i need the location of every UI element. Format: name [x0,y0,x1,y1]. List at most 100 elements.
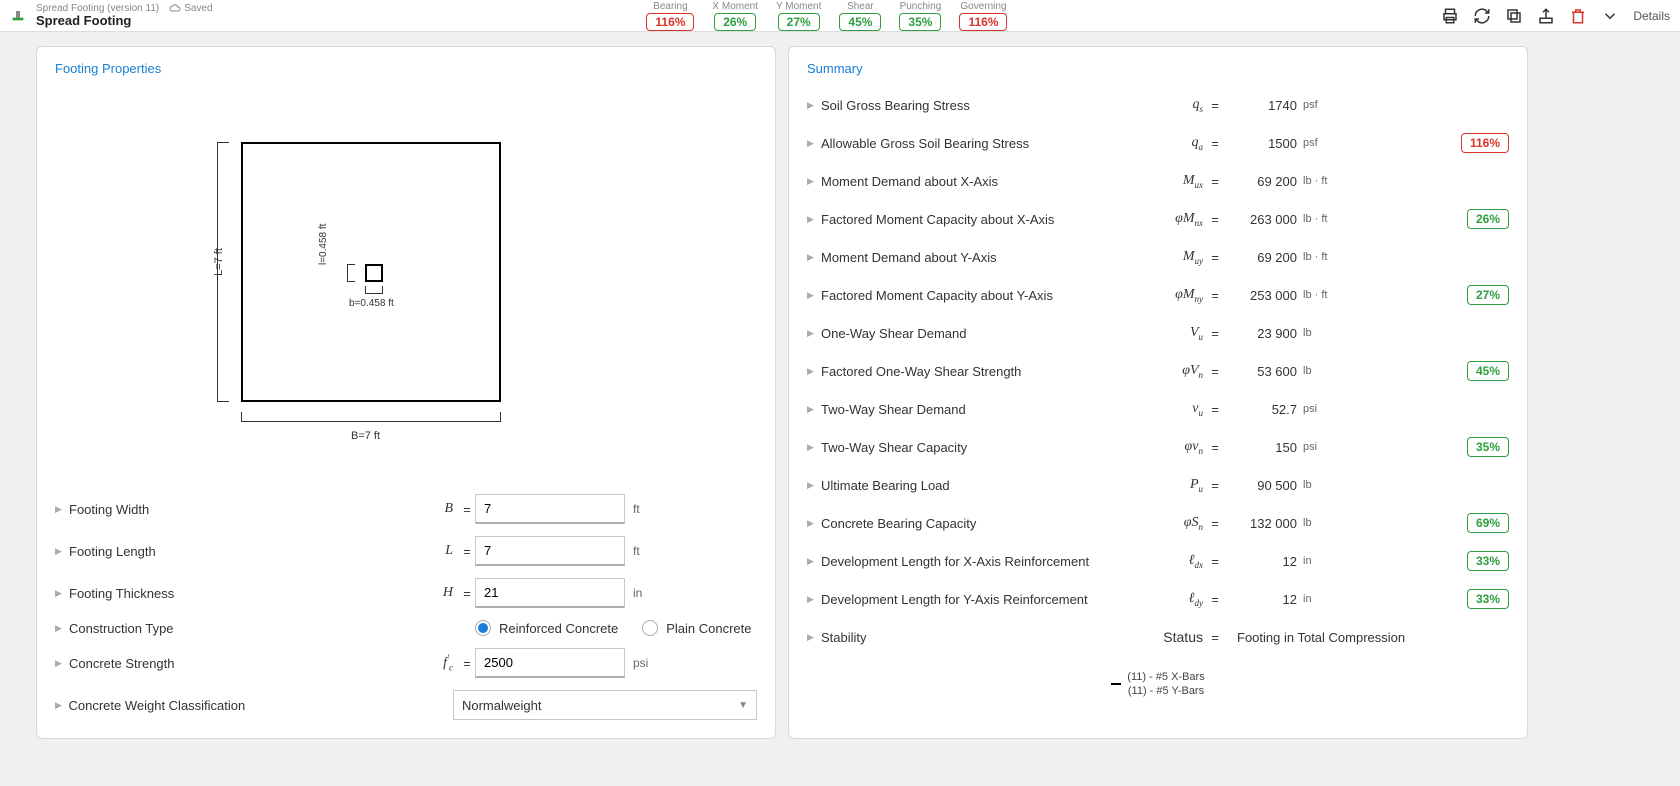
summary-symbol: ℓdy [1151,591,1203,608]
expand-caret[interactable]: ▶ [55,658,65,669]
summary-label: Ultimate Bearing Load [821,478,1151,493]
refresh-button[interactable] [1473,7,1491,25]
expand-caret[interactable]: ▶ [55,504,65,515]
status-label: Shear [847,1,874,12]
summary-row: ▶Allowable Gross Soil Bearing Stressqa=1… [807,124,1509,162]
expand-caret[interactable]: ▶ [807,442,817,453]
summary-row: ▶Moment Demand about X-AxisMux=69 200lb … [807,162,1509,200]
expand-caret[interactable]: ▶ [807,176,817,187]
summary-rows: ▶Soil Gross Bearing Stressqs=1740psf▶All… [807,86,1509,656]
footing-diagram: L=7 ft l=0.458 ft b=0.458 ft B=7 ft [55,86,757,486]
label-construction-type: Construction Type [69,621,409,636]
status-badge: 26% [714,13,756,31]
select-value: Normalweight [462,698,541,713]
symbol-H: H [409,585,459,601]
expand-caret[interactable]: ▶ [807,632,817,643]
details-link[interactable]: Details [1633,9,1670,23]
summary-row: ▶Development Length for X-Axis Reinforce… [807,542,1509,580]
expand-caret[interactable]: ▶ [55,546,65,557]
status-label: Punching [900,1,942,12]
summary-value: 253 000 [1227,288,1297,303]
delete-button[interactable] [1569,7,1587,25]
summary-symbol: Vu [1151,325,1203,342]
expand-caret[interactable]: ▶ [807,290,817,301]
summary-unit: lb · ft [1297,251,1347,263]
footing-properties-panel: Footing Properties L=7 ft l=0.458 ft b=0… [36,46,776,739]
dim-bracket-l [347,264,355,282]
summary-unit: lb [1297,517,1347,529]
doc-version: Spread Footing (version 11) [36,3,159,14]
unit-in: in [625,586,642,600]
summary-label: Factored Moment Capacity about Y-Axis [821,288,1151,303]
summary-label: Development Length for Y-Axis Reinforcem… [821,592,1151,607]
summary-unit: lb [1297,479,1347,491]
expand-caret[interactable]: ▶ [55,588,65,599]
input-footing-thickness[interactable] [475,578,625,608]
summary-unit: lb · ft [1297,213,1347,225]
label-footing-width: Footing Width [69,502,409,517]
summary-row: ▶Ultimate Bearing LoadPu=90 500lb [807,466,1509,504]
print-button[interactable] [1441,7,1459,25]
input-footing-length[interactable] [475,536,625,566]
summary-row: ▶One-Way Shear DemandVu=23 900lb [807,314,1509,352]
expand-caret[interactable]: ▶ [55,700,64,711]
panel-title-summary: Summary [807,61,1509,76]
topbar: Spread Footing (version 11) Saved Spread… [0,0,1680,32]
export-button[interactable] [1537,7,1555,25]
status-label: Bearing [653,1,687,12]
status-bearing: Bearing116% [646,1,694,31]
rebar-legend: (11) - #5 X-Bars (11) - #5 Y-Bars [807,670,1509,699]
summary-unit: lb · ft [1297,175,1347,187]
summary-unit: psf [1297,99,1347,111]
expand-caret[interactable]: ▶ [807,366,817,377]
summary-symbol: φMnx [1151,211,1203,228]
input-footing-width[interactable] [475,494,625,524]
radio-plain[interactable]: Plain Concrete [642,620,751,636]
expand-caret[interactable]: ▶ [807,518,817,529]
expand-caret[interactable]: ▶ [807,100,817,111]
summary-value: 12 [1227,554,1297,569]
saved-indicator: Saved [169,2,212,14]
label-weight-classification: Concrete Weight Classification [68,698,390,713]
summary-badge: 33% [1467,589,1509,609]
summary-label: Factored One-Way Shear Strength [821,364,1151,379]
expand-caret[interactable]: ▶ [55,623,65,634]
select-weight-classification[interactable]: Normalweight ▼ [453,690,757,720]
status-badge: 116% [646,13,694,31]
expand-caret[interactable]: ▶ [807,252,817,263]
expand-caret[interactable]: ▶ [807,556,817,567]
expand-caret[interactable]: ▶ [807,594,817,605]
summary-label: Concrete Bearing Capacity [821,516,1151,531]
summary-symbol: qa [1151,135,1203,152]
expand-caret[interactable]: ▶ [807,404,817,415]
summary-row: ▶Soil Gross Bearing Stressqs=1740psf [807,86,1509,124]
summary-value: 69 200 [1227,174,1297,189]
expand-caret[interactable]: ▶ [807,480,817,491]
summary-label: Moment Demand about X-Axis [821,174,1151,189]
radio-reinforced[interactable]: Reinforced Concrete [475,620,618,636]
expand-caret[interactable]: ▶ [807,138,817,149]
chevron-down-icon: ▼ [738,700,748,711]
summary-value: 150 [1227,440,1297,455]
expand-dropdown[interactable] [1601,7,1619,25]
label-footing-thickness: Footing Thickness [69,586,409,601]
status-badge: 27% [778,13,820,31]
summary-label: Allowable Gross Soil Bearing Stress [821,136,1151,151]
symbol-fc: f′c [409,653,459,672]
dim-label-b: b=0.458 ft [349,298,394,309]
summary-value: 52.7 [1227,402,1297,417]
copy-button[interactable] [1505,7,1523,25]
status-x-moment: X Moment26% [712,1,758,31]
summary-symbol: Pu [1151,477,1203,494]
input-concrete-strength[interactable] [475,648,625,678]
symbol-B: B [409,501,459,517]
expand-caret[interactable]: ▶ [807,214,817,225]
panel-title-footing: Footing Properties [55,61,757,76]
unit-psi: psi [625,656,648,670]
summary-unit: lb [1297,327,1347,339]
status-label: Y Moment [776,1,821,12]
row-concrete-strength: ▶ Concrete Strength f′c = psi [55,648,757,678]
dim-label-l: l=0.458 ft [318,224,329,265]
expand-caret[interactable]: ▶ [807,328,817,339]
summary-unit: lb · ft [1297,289,1347,301]
